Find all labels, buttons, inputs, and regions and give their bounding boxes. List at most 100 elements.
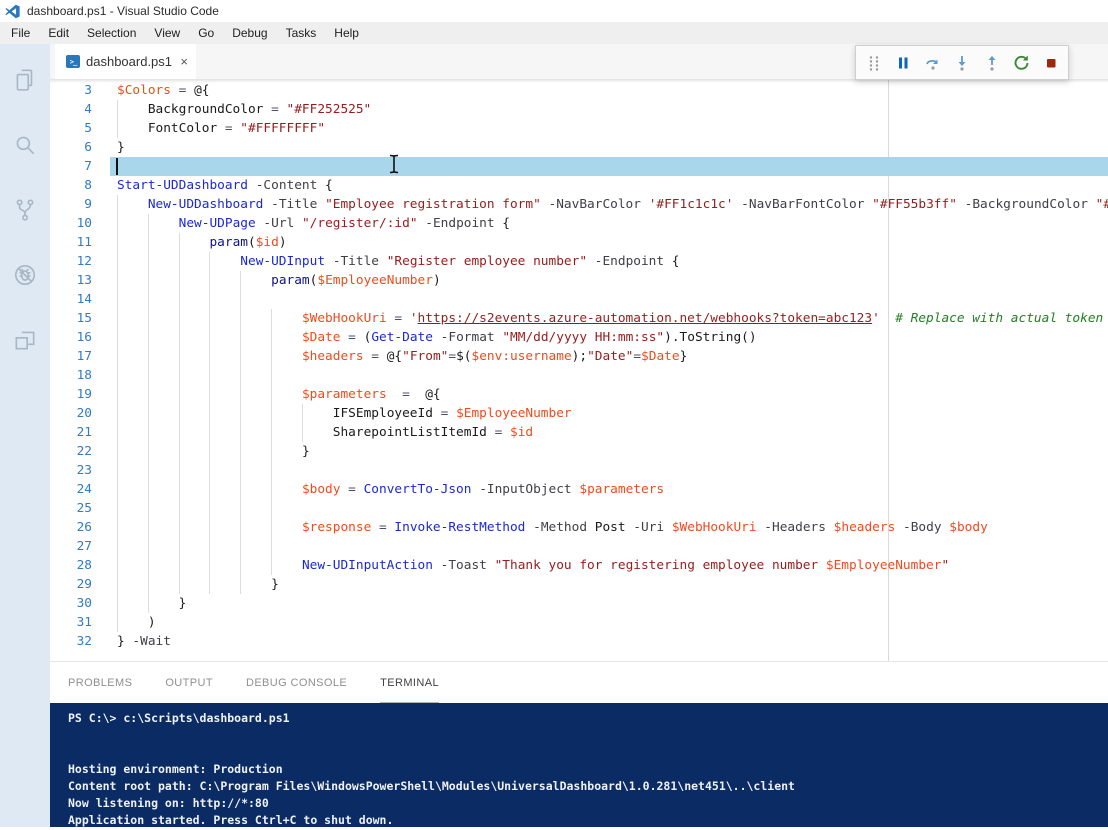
terminal[interactable]: PS C:\> c:\Scripts\dashboard.ps1 Hosting …: [50, 703, 1108, 827]
menu-item-go[interactable]: Go: [189, 22, 223, 44]
code-line-6[interactable]: 6}: [50, 138, 1108, 157]
line-number: 20: [76, 406, 92, 421]
text-caret: [116, 158, 118, 175]
drag-handle[interactable]: [862, 51, 886, 75]
code-line-18[interactable]: 18: [50, 366, 1108, 385]
code-text: SharepointListItemId = $id: [332, 425, 534, 440]
code-line-25[interactable]: 25: [50, 499, 1108, 518]
line-number: 31: [76, 615, 92, 630]
code-line-5[interactable]: 5 FontColor = "#FFFFFFFF": [50, 119, 1108, 138]
indent-guide: [117, 423, 118, 442]
indent-guide: [209, 461, 211, 480]
line-number: 17: [76, 349, 92, 364]
code-line-9[interactable]: 9 New-UDDashboard -Title "Employee regist…: [50, 195, 1108, 214]
search-icon[interactable]: [0, 116, 50, 174]
code-line-24[interactable]: 24 $body = ConvertTo-Json -InputObject $p…: [50, 480, 1108, 499]
code-line-7[interactable]: 7: [50, 157, 1108, 176]
panel-tab-terminal[interactable]: TERMINAL: [380, 662, 439, 703]
code-line-32[interactable]: 32} -Wait: [50, 632, 1108, 651]
code-line-10[interactable]: 10 New-UDPage -Url "/register/:id" -Endpo…: [50, 214, 1108, 233]
extensions-icon[interactable]: [0, 311, 50, 369]
code-line-23[interactable]: 23: [50, 461, 1108, 480]
code-line-26[interactable]: 26 $response = Invoke-RestMethod -Method …: [50, 518, 1108, 537]
indent-guide: [117, 271, 118, 290]
line-number: 4: [84, 102, 92, 117]
indent-guide: [147, 290, 149, 309]
indent-guide: [117, 233, 118, 252]
code-line-17[interactable]: 17 $headers = @{"From"=$($env:username);"…: [50, 347, 1108, 366]
indent-guide: [301, 423, 303, 442]
code-editor[interactable]: 3 $Colors = @{4 BackgroundColor = "#FF2525…: [50, 79, 1108, 661]
code-line-3[interactable]: 3 $Colors = @{: [50, 81, 1108, 100]
panel-tab-output[interactable]: OUTPUT: [165, 662, 213, 703]
code-line-16[interactable]: 16 $Date = (Get-Date -Format "MM/dd/yyyy …: [50, 328, 1108, 347]
indent-guide: [117, 404, 118, 423]
close-icon[interactable]: ×: [180, 55, 188, 68]
indent-guide: [271, 442, 273, 461]
source-control-icon[interactable]: [0, 181, 50, 239]
code-line-4[interactable]: 4 BackgroundColor = "#FF252525": [50, 100, 1108, 119]
code-line-19[interactable]: 19 $parameters = @{: [50, 385, 1108, 404]
code-line-14[interactable]: 14: [50, 290, 1108, 309]
line-number: 8: [84, 178, 92, 193]
tab-dashboard-ps1[interactable]: >_ dashboard.ps1 ×: [55, 44, 196, 79]
code-line-31[interactable]: 31): [50, 613, 1108, 632]
line-number: 11: [76, 235, 92, 250]
panel-tab-debug-console[interactable]: DEBUG CONSOLE: [246, 662, 347, 703]
indent-guide: [117, 518, 118, 537]
menu-item-edit[interactable]: Edit: [39, 22, 78, 44]
code-line-30[interactable]: 30}: [50, 594, 1108, 613]
step-out-button[interactable]: [980, 51, 1004, 75]
indent-guide: [147, 347, 149, 366]
panel-tab-problems[interactable]: PROBLEMS: [68, 662, 132, 703]
menu-item-selection[interactable]: Selection: [78, 22, 145, 44]
code-line-13[interactable]: 13 param($EmployeeNumber): [50, 271, 1108, 290]
indent-guide: [178, 404, 180, 423]
indent-guide: [301, 404, 303, 423]
step-into-button[interactable]: [950, 51, 974, 75]
menu-item-file[interactable]: File: [2, 22, 39, 44]
menu-item-tasks[interactable]: Tasks: [277, 22, 326, 44]
code-line-8[interactable]: 8 Start-UDDashboard -Content {: [50, 176, 1108, 195]
code-line-15[interactable]: 15 $WebHookUri = 'https://s2events.azure-…: [50, 309, 1108, 328]
code-text: $headers = @{"From"=$($env:username);"Da…: [301, 349, 688, 364]
indent-guide: [209, 518, 211, 537]
menu-item-view[interactable]: View: [145, 22, 189, 44]
debug-toolbar: [855, 45, 1069, 80]
code-line-21[interactable]: 21 SharepointListItemId = $id: [50, 423, 1108, 442]
indent-guide: [147, 233, 149, 252]
indent-guide: [240, 271, 242, 290]
window-title: dashboard.ps1 - Visual Studio Code: [27, 4, 219, 18]
stop-button[interactable]: [1039, 51, 1063, 75]
indent-guide: [178, 461, 180, 480]
code-text: param($id): [209, 235, 287, 250]
indent-guide: [147, 271, 149, 290]
debug-icon[interactable]: [0, 246, 50, 304]
indent-guide: [117, 366, 118, 385]
code-line-20[interactable]: 20 IFSEmployeeId = $EmployeeNumber: [50, 404, 1108, 423]
indent-guide: [209, 252, 211, 271]
code-text: $Date = (Get-Date -Format "MM/dd/yyyy HH…: [301, 330, 757, 345]
menu-item-help[interactable]: Help: [325, 22, 368, 44]
panel-tab-bar: PROBLEMS OUTPUT DEBUG CONSOLE TERMINAL: [50, 661, 1108, 703]
step-over-button[interactable]: [921, 51, 945, 75]
code-text: $body = ConvertTo-Json -InputObject $par…: [301, 482, 665, 497]
explorer-icon[interactable]: [0, 51, 50, 109]
code-line-11[interactable]: 11 param($id): [50, 233, 1108, 252]
menu-item-debug[interactable]: Debug: [223, 22, 276, 44]
restart-button[interactable]: [1009, 51, 1033, 75]
terminal-line-3: Hosting environment: Production: [68, 762, 283, 776]
code-line-27[interactable]: 27: [50, 537, 1108, 556]
code-line-22[interactable]: 22}: [50, 442, 1108, 461]
code-line-28[interactable]: 28 New-UDInputAction -Toast "Thank you fo…: [50, 556, 1108, 575]
terminal-line-5: Now listening on: http://*:80: [68, 796, 269, 810]
indent-guide: [117, 290, 118, 309]
code-line-29[interactable]: 29}: [50, 575, 1108, 594]
pause-button[interactable]: [891, 51, 915, 75]
indent-guide: [271, 461, 273, 480]
code-line-12[interactable]: 12 New-UDInput -Title "Register employee …: [50, 252, 1108, 271]
indent-guide: [240, 404, 242, 423]
indent-guide: [271, 328, 273, 347]
indent-guide: [240, 290, 242, 309]
indent-guide: [147, 556, 149, 575]
